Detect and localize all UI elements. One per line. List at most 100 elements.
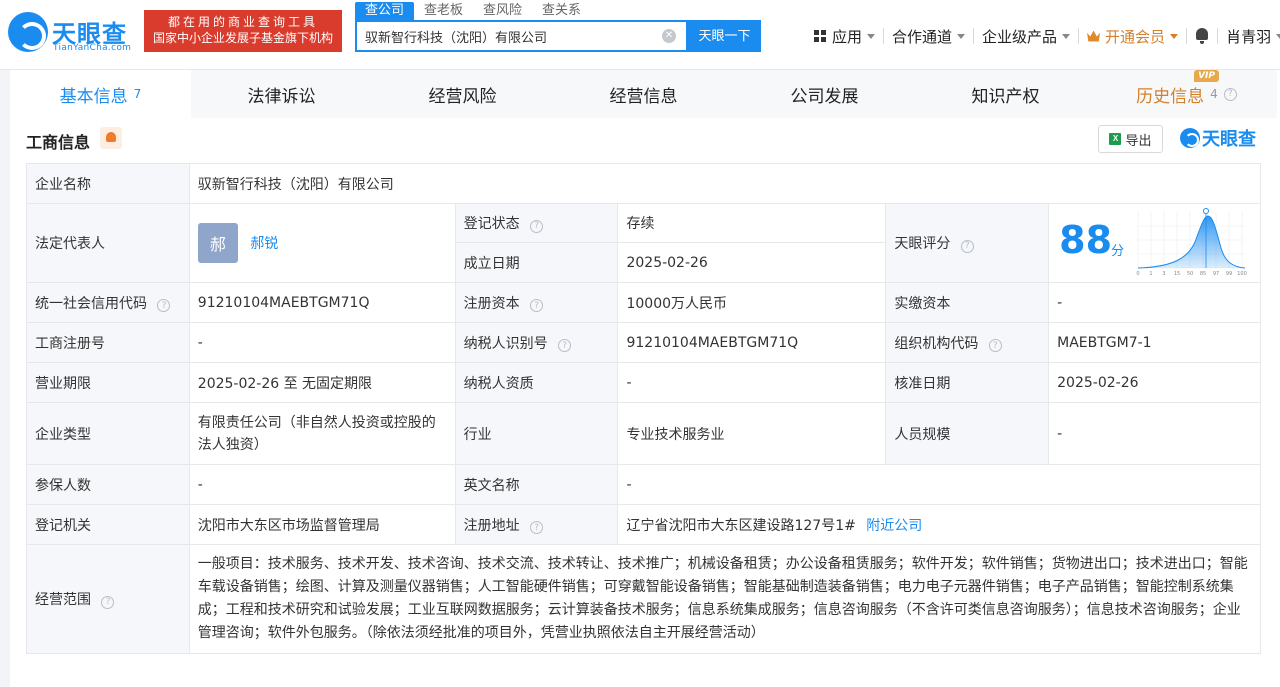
tab-history[interactable]: VIP 历史信息 4 ? — [1096, 70, 1277, 118]
help-icon[interactable]: ? — [530, 521, 544, 534]
nearby-companies-link[interactable]: 附近公司 — [866, 518, 922, 534]
search-box: ✕ — [355, 20, 688, 52]
table-row: 企业名称 驭新智行科技（沈阳）有限公司 — [26, 163, 1262, 204]
grid-icon — [814, 30, 826, 42]
table-row: 登记机关 沈阳市大东区市场监督管理局 注册地址 ? 辽宁省沈阳市大东区建设路12… — [26, 504, 1261, 545]
help-icon[interactable]: ? — [1223, 87, 1237, 101]
field-label-cell: 组织机构代码 ? — [885, 322, 1050, 363]
search-tab-boss[interactable]: 查老板 — [414, 2, 473, 20]
help-icon[interactable]: ? — [157, 299, 171, 312]
field-label: 登记机关 — [26, 504, 190, 545]
chevron-down-icon — [1276, 33, 1280, 39]
reg-no: - — [188, 322, 456, 363]
tab-legal[interactable]: 法律诉讼 — [191, 70, 372, 118]
field-label-cell: 注册地址 ? — [454, 504, 619, 545]
field-label: 营业期限 — [26, 362, 190, 403]
search-input[interactable] — [357, 22, 657, 50]
table-row: 参保人数 - 英文名称 - — [26, 464, 1261, 505]
help-icon[interactable]: ? — [558, 339, 572, 352]
brand-watermark: 天眼查 — [1180, 127, 1256, 150]
channel-menu[interactable]: 合作通道 — [884, 24, 973, 48]
help-icon[interactable]: ? — [101, 595, 115, 609]
legal-rep-cell: 郝 郝锐 — [188, 203, 456, 283]
axis-tick: 3 — [1163, 271, 1166, 277]
tab-label: 经营风险 — [428, 86, 497, 107]
nav-divider — [1186, 28, 1188, 44]
axis-tick: 99 — [1226, 271, 1232, 277]
export-label: 导出 — [1125, 132, 1152, 148]
banner-line-2: 国家中小企业发展子基金旗下机构 — [152, 31, 333, 45]
tab-operation[interactable]: 经营信息 — [553, 70, 734, 118]
field-label-cell: 纳税人识别号 ? — [454, 322, 619, 363]
axis-tick: 85 — [1200, 271, 1206, 277]
user-menu[interactable]: 肖青羽 — [1218, 24, 1280, 48]
enterprise-menu[interactable]: 企业级产品 — [974, 24, 1078, 48]
axis-tick: 97 — [1213, 271, 1219, 277]
vip-tag: VIP — [1194, 70, 1219, 82]
taxpayer-qual: - — [617, 362, 887, 403]
table-row: 经营范围 ? 一般项目：技术服务、技术开发、技术咨询、技术交流、技术转让、技术推… — [26, 544, 1262, 654]
tab-basic-info[interactable]: 基本信息 7 — [10, 70, 191, 118]
help-icon[interactable]: ? — [960, 239, 974, 253]
search-button[interactable]: 天眼一下 — [688, 20, 761, 52]
axis-tick: 100 — [1237, 271, 1247, 277]
axis-tick: 50 — [1187, 271, 1193, 277]
company-tabs: 基本信息 7 法律诉讼 经营风险 经营信息 公司发展 知识产权 VIP 历史信息… — [10, 70, 1280, 118]
field-label: 注册地址 — [463, 517, 520, 534]
reg-address: 辽宁省沈阳市大东区建设路127号1# — [626, 517, 856, 534]
taxpayer-id: 91210104MAEBTGM71Q — [617, 322, 887, 363]
field-label: 企业名称 — [26, 163, 190, 204]
tab-label: 公司发展 — [790, 86, 859, 107]
tab-label: 法律诉讼 — [247, 86, 316, 107]
export-button[interactable]: X 导出 — [1098, 125, 1163, 153]
insured-count: - — [188, 464, 456, 505]
address-cell: 辽宁省沈阳市大东区建设路127号1# 附近公司 — [617, 504, 1261, 545]
clear-search-icon[interactable]: ✕ — [662, 29, 676, 43]
tab-ip[interactable]: 知识产权 — [915, 70, 1096, 118]
logo-eye-icon — [1180, 128, 1200, 148]
search-tab-risk[interactable]: 查风险 — [473, 2, 532, 20]
reg-authority: 沈阳市大东区市场监督管理局 — [188, 504, 456, 545]
help-icon[interactable]: ? — [988, 339, 1002, 352]
score-cell[interactable]: 88 分 0 1 3 15 50 85 97 99 100 — [1048, 203, 1261, 283]
help-icon[interactable]: ? — [530, 299, 544, 312]
field-label: 实缴资本 — [885, 282, 1050, 323]
apps-menu[interactable]: 应用 — [806, 24, 883, 48]
industry: 专业技术服务业 — [617, 402, 887, 465]
field-label: 行业 — [454, 402, 619, 465]
vip-menu[interactable]: 开通会员 — [1079, 24, 1186, 48]
apps-label: 应用 — [832, 27, 863, 46]
chevron-down-icon — [957, 33, 966, 39]
company-name: 驭新智行科技（沈阳）有限公司 — [188, 163, 1262, 204]
help-icon[interactable]: ? — [530, 219, 544, 233]
bell-icon[interactable] — [1195, 28, 1209, 44]
tianyancha-logo[interactable]: 天眼查 TianYanCha.com — [8, 10, 138, 53]
score-widget: 88 分 0 1 3 15 50 85 97 99 100 — [1049, 204, 1260, 282]
avatar[interactable]: 郝 — [197, 223, 238, 263]
logo-eye-icon — [8, 12, 48, 52]
field-label: 法定代表人 — [26, 203, 190, 283]
field-label: 纳税人识别号 — [463, 335, 548, 352]
top-nav: 应用 合作通道 企业级产品 开通会员 肖青羽 — [806, 24, 1280, 48]
search-tab-relation[interactable]: 查关系 — [532, 2, 591, 20]
field-label: 登记状态 — [463, 216, 520, 232]
enterprise-label: 企业级产品 — [982, 27, 1058, 46]
user-name: 肖青羽 — [1226, 27, 1272, 46]
legal-rep-link[interactable]: 郝锐 — [250, 236, 278, 252]
field-label: 人员规模 — [885, 402, 1050, 465]
section-title: 工商信息 — [26, 133, 91, 152]
table-row: 企业类型 有限责任公司（非自然人投资或控股的法人独资） 行业 专业技术服务业 人… — [26, 402, 1261, 465]
staff-size: - — [1048, 402, 1261, 465]
business-info-table: 企业名称 驭新智行科技（沈阳）有限公司 法定代表人 郝 郝锐 登记状态 ? 存续… — [26, 163, 1262, 654]
org-code: MAEBTGM7-1 — [1048, 322, 1261, 363]
chevron-down-icon — [1170, 33, 1179, 39]
search-tab-company[interactable]: 查公司 — [355, 2, 415, 20]
paid-capital: - — [1048, 282, 1261, 323]
monitor-bell-icon[interactable] — [100, 127, 122, 149]
tab-development[interactable]: 公司发展 — [734, 70, 915, 118]
field-label: 参保人数 — [26, 464, 190, 505]
field-label: 成立日期 — [454, 242, 619, 283]
business-scope: 一般项目：技术服务、技术开发、技术咨询、技术交流、技术转让、技术推广；机械设备租… — [188, 544, 1262, 654]
tab-risk[interactable]: 经营风险 — [372, 70, 553, 118]
table-row: 法定代表人 郝 郝锐 登记状态 ? 存续 天眼评分 ? 88 分 0 1 3 1… — [26, 203, 1261, 283]
